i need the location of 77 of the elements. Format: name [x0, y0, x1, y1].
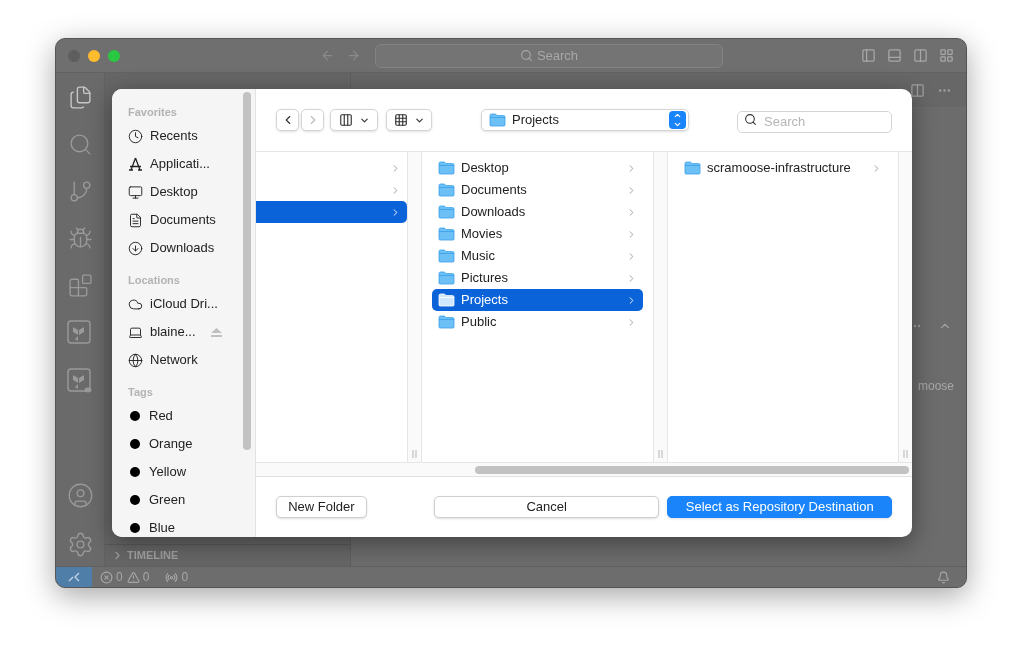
folder-icon [438, 227, 455, 241]
back-icon[interactable] [320, 48, 335, 63]
sidebar-item[interactable]: Downloads [150, 238, 215, 258]
sidebar-heading: Tags [127, 385, 154, 400]
grid-icon [393, 113, 408, 127]
sidebar-item[interactable]: Desktop [150, 182, 198, 202]
sidebar-toggle-icon[interactable] [861, 48, 876, 63]
broadcast-icon [165, 570, 179, 584]
file-row[interactable]: Projects [432, 289, 643, 311]
folder-icon [684, 161, 701, 175]
sidebar-item[interactable]: Documents [150, 210, 216, 230]
sidebar-item[interactable]: blaine... [150, 322, 196, 342]
sidebar-item[interactable]: Yellow [149, 462, 187, 482]
sidebar-item[interactable]: Green [149, 490, 186, 510]
panel-toggle-icon[interactable] [887, 48, 902, 63]
branch-icon[interactable] [67, 179, 93, 204]
sidebar-item[interactable]: Recents [150, 126, 198, 146]
terraform-icon[interactable] [67, 368, 93, 394]
confirm-button[interactable]: Select as Repository Destination [667, 496, 892, 518]
search-field[interactable]: Search [737, 110, 892, 133]
bug-icon[interactable] [67, 226, 93, 251]
sidebar-item[interactable]: Network [150, 350, 198, 370]
file-row[interactable]: Music [432, 245, 643, 267]
columns-icon [338, 113, 353, 127]
extensions-icon[interactable] [67, 273, 93, 298]
split-editor-icon[interactable] [910, 82, 925, 98]
resize-handle-icon[interactable] [658, 450, 663, 458]
file-row[interactable]: Desktop [432, 157, 643, 179]
sidebar-item[interactable]: Blue [149, 518, 176, 537]
file-row[interactable]: Movies [432, 223, 643, 245]
folder-icon [438, 183, 455, 197]
files-icon[interactable] [67, 85, 93, 110]
file-row[interactable]: Public [432, 311, 643, 333]
folder-icon [438, 293, 455, 307]
stepper-icon [669, 111, 686, 129]
folder-icon [438, 161, 455, 175]
file-row[interactable]: Downloads [432, 201, 643, 223]
layout-icon[interactable] [939, 48, 954, 63]
bell-icon[interactable] [937, 570, 950, 584]
dialog-button[interactable]: New Folder [276, 496, 367, 518]
resize-handle-icon[interactable] [903, 450, 908, 458]
warning-icon [126, 570, 140, 584]
folder-icon [438, 271, 455, 285]
sidebar-item[interactable]: iCloud Dri... [150, 294, 218, 314]
search-icon [744, 113, 757, 126]
folder-icon [438, 205, 455, 219]
file-row[interactable]: scramoose-infrastructure [678, 157, 888, 179]
folder-icon [438, 315, 455, 329]
search-icon[interactable] [67, 132, 93, 157]
location-dropdown[interactable]: Projects [481, 109, 689, 131]
forward-icon[interactable] [346, 48, 361, 63]
zoom-button[interactable] [108, 49, 120, 62]
sidebar-heading: Locations [127, 273, 181, 288]
remote-icon [68, 572, 80, 582]
split-layout-icon[interactable] [913, 48, 928, 63]
sidebar-item[interactable]: Orange [149, 434, 193, 454]
search-icon [519, 49, 533, 62]
terraform-icon[interactable] [67, 320, 93, 346]
sidebar-item[interactable]: Red [149, 406, 173, 426]
editor-text: moose [917, 378, 954, 395]
remote-button[interactable] [56, 567, 92, 587]
folder-icon [438, 249, 455, 263]
eject-icon[interactable] [210, 327, 222, 337]
column-view-button[interactable] [330, 109, 378, 131]
resize-handle-icon[interactable] [412, 450, 417, 458]
folder-icon [489, 113, 506, 127]
dialog-button[interactable]: Cancel [433, 496, 660, 518]
error-icon [100, 570, 113, 584]
sidebar-item[interactable]: Applicati... [150, 154, 210, 174]
file-row[interactable]: Pictures [432, 267, 643, 289]
apps-icon [128, 156, 143, 172]
sidebar-heading: Favorites [127, 105, 178, 120]
file-row[interactable]: Documents [432, 179, 643, 201]
account-icon[interactable] [66, 482, 94, 509]
back-button[interactable] [276, 109, 299, 131]
minimize-button[interactable] [88, 49, 100, 62]
group-view-button[interactable] [386, 109, 432, 131]
